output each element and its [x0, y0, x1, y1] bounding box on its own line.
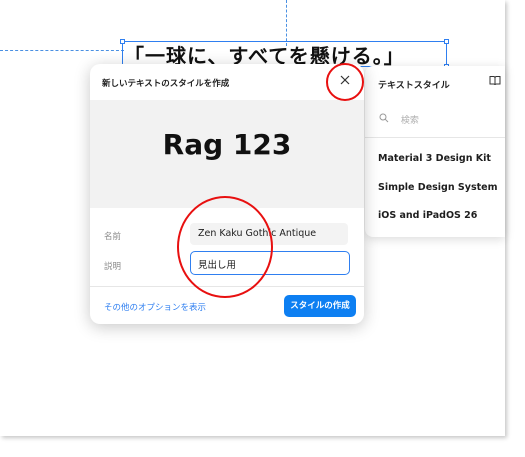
resize-handle-top-right[interactable]: [444, 39, 449, 44]
annotation-circle-name-field: [177, 196, 273, 298]
library-item[interactable]: iOS and iPadOS 26: [378, 210, 477, 221]
resize-handle-top-left[interactable]: [120, 39, 125, 44]
text-styles-panel: テキストスタイル 検索 Material 3 Design Kit Simple…: [365, 66, 505, 237]
library-item[interactable]: Material 3 Design Kit: [378, 153, 491, 164]
search-placeholder: 検索: [400, 116, 419, 126]
divider: [365, 137, 505, 138]
name-label: 名前: [104, 232, 122, 242]
preview-text: Rag 123: [162, 128, 292, 161]
design-canvas[interactable]: 「一球に、すべてを懸ける。」 テキストスタイル 検索 Material 3 De…: [0, 0, 505, 436]
create-style-button[interactable]: スタイルの作成: [284, 295, 356, 317]
horizontal-guide-line: [0, 50, 124, 51]
search-icon: [379, 112, 393, 126]
book-icon[interactable]: [489, 75, 501, 89]
text-styles-title: テキストスタイル: [378, 81, 450, 91]
library-item[interactable]: Simple Design System: [378, 182, 498, 193]
text-styles-search[interactable]: 検索: [379, 112, 419, 126]
description-label: 説明: [104, 262, 122, 272]
style-preview: Rag 123: [90, 100, 364, 208]
more-options-link[interactable]: その他のオプションを表示: [104, 301, 206, 313]
dialog-title: 新しいテキストのスタイルを作成: [102, 79, 230, 89]
annotation-circle-close: [326, 63, 364, 101]
